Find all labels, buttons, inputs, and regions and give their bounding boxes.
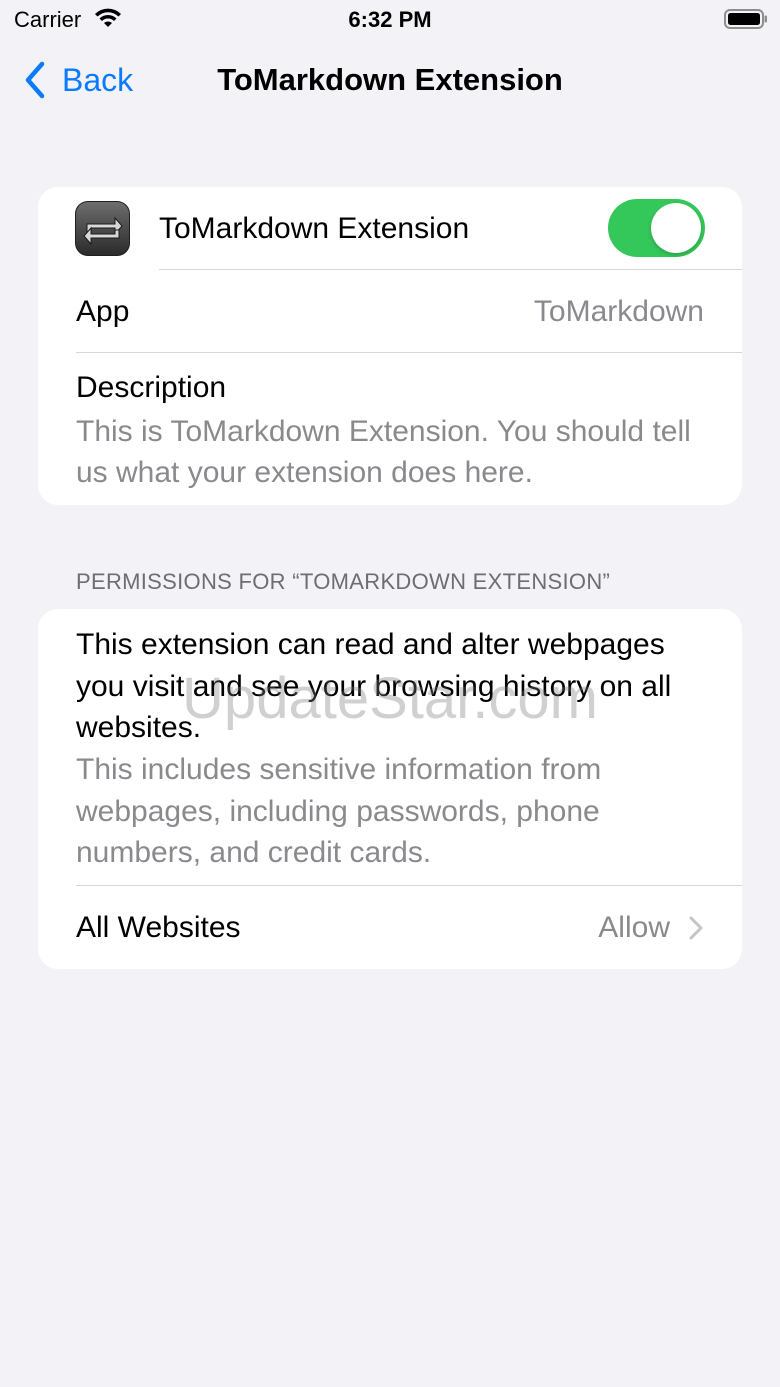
app-label: App <box>76 295 130 328</box>
toggle-knob <box>651 203 701 253</box>
page-title: ToMarkdown Extension <box>217 62 563 97</box>
app-icon <box>75 201 130 256</box>
permissions-section-header: PERMISSIONS FOR “TOMARKDOWN EXTENSION” <box>76 569 611 594</box>
separator <box>76 352 742 353</box>
status-time: 6:32 PM <box>348 7 432 32</box>
sync-arrows-icon <box>82 216 123 245</box>
extension-name: ToMarkdown Extension <box>159 212 470 245</box>
extension-enable-toggle[interactable] <box>608 199 705 257</box>
permissions-sub-text: This includes sensitive information from… <box>76 753 602 869</box>
extension-info-group: ToMarkdown Extension App ToMarkdown Desc… <box>38 187 742 505</box>
permissions-main-text: This extension can read and alter webpag… <box>76 628 672 744</box>
chevron-right-icon <box>689 916 703 940</box>
description-label: Description <box>76 371 227 404</box>
all-websites-row[interactable]: All Websites Allow <box>38 886 742 969</box>
permissions-group: This extension can read and alter webpag… <box>38 609 742 969</box>
navigation-bar: Back ToMarkdown Extension <box>0 48 780 112</box>
app-row: App ToMarkdown <box>38 270 742 353</box>
description-text: This is ToMarkdown Extension. You should… <box>76 415 691 489</box>
screen: Carrier 6:32 PM Back ToMarkdown Extensio… <box>0 0 780 1387</box>
app-value: ToMarkdown <box>533 295 704 328</box>
extension-toggle-row: ToMarkdown Extension <box>38 187 742 269</box>
all-websites-value: Allow <box>598 911 670 944</box>
status-bar: Carrier 6:32 PM <box>0 0 780 40</box>
battery-icon <box>724 9 767 29</box>
all-websites-label: All Websites <box>76 911 241 944</box>
